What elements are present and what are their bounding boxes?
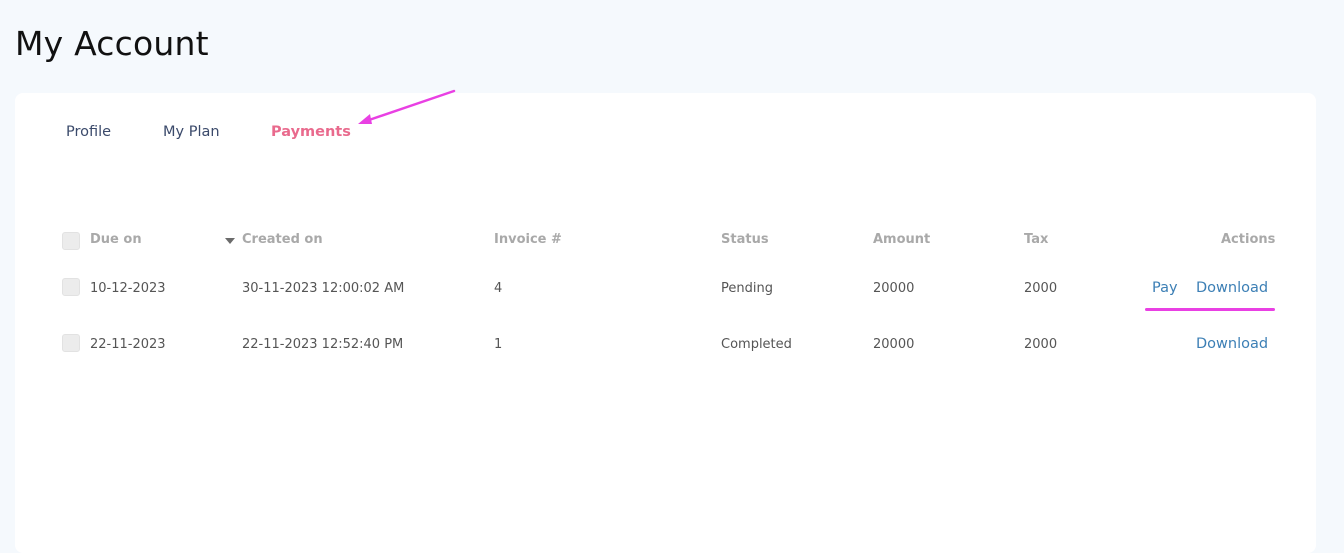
header-invoice[interactable]: Invoice # — [494, 232, 562, 247]
cell-status: Pending — [721, 281, 773, 296]
header-status[interactable]: Status — [721, 232, 769, 247]
row-checkbox[interactable] — [62, 334, 80, 352]
row-checkbox[interactable] — [62, 278, 80, 296]
header-amount[interactable]: Amount — [873, 232, 930, 247]
cell-amount: 20000 — [873, 281, 915, 296]
cell-invoice: 4 — [494, 281, 503, 296]
cell-due-on: 10-12-2023 — [90, 281, 166, 296]
header-created-on[interactable]: Created on — [242, 232, 323, 247]
header-tax[interactable]: Tax — [1024, 232, 1048, 247]
cell-amount: 20000 — [873, 337, 915, 352]
download-link[interactable]: Download — [1196, 336, 1268, 352]
tab-payments[interactable]: Payments — [271, 124, 351, 140]
cell-tax: 2000 — [1024, 337, 1058, 352]
header-due-on[interactable]: Due on — [90, 232, 142, 247]
cell-status: Completed — [721, 337, 792, 352]
annotation-arrow-icon — [358, 89, 456, 124]
cell-created-on: 30-11-2023 12:00:02 AM — [242, 281, 405, 296]
annotation-underline — [1145, 308, 1275, 311]
caret-down-icon[interactable] — [225, 238, 235, 244]
tab-my-plan[interactable]: My Plan — [163, 124, 220, 140]
download-link[interactable]: Download — [1196, 280, 1268, 296]
tab-profile[interactable]: Profile — [66, 124, 111, 140]
cell-invoice: 1 — [494, 337, 503, 352]
select-all-checkbox[interactable] — [62, 232, 80, 250]
pay-link[interactable]: Pay — [1152, 280, 1178, 296]
page-title: My Account — [15, 24, 209, 63]
account-card — [15, 93, 1316, 553]
cell-due-on: 22-11-2023 — [90, 337, 166, 352]
cell-tax: 2000 — [1024, 281, 1058, 296]
cell-created-on: 22-11-2023 12:52:40 PM — [242, 337, 404, 352]
header-actions: Actions — [1221, 232, 1276, 247]
